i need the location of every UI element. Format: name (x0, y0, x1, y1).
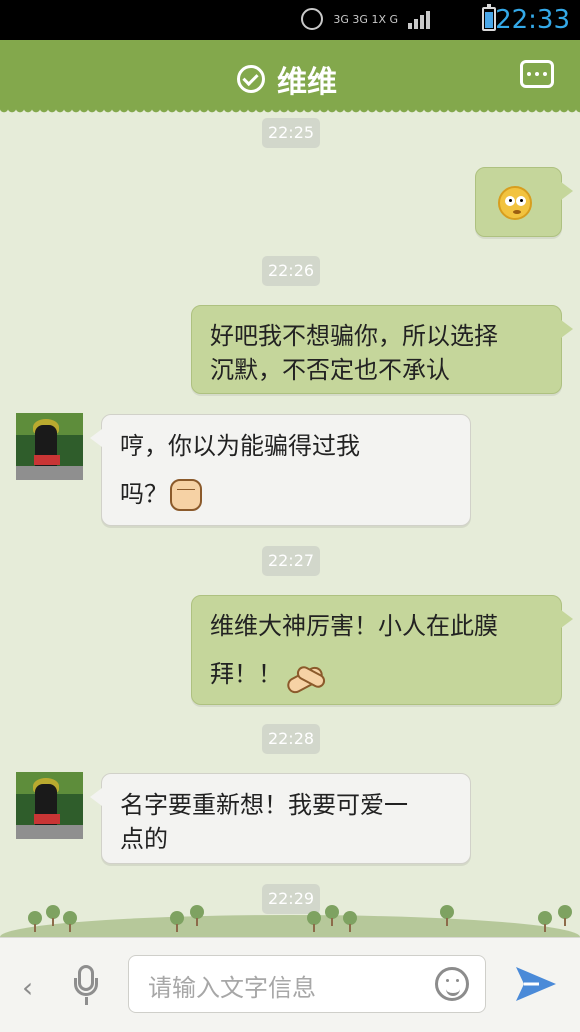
timestamp: 22:28 (262, 724, 320, 754)
alarm-icon (301, 8, 324, 30)
message-line: 维维大神厉害！小人在此膜 (210, 612, 498, 640)
fist-icon (170, 479, 202, 511)
rolling-eyes-face-icon (498, 186, 532, 220)
message-line: 好吧我不想骗你，所以选择 (210, 322, 498, 350)
timestamp: 22:25 (262, 118, 320, 148)
back-icon[interactable]: ‹ (22, 971, 33, 1004)
status-bar: 3G 3G 1X G 22:33 (0, 0, 580, 40)
grass-decoration (0, 892, 580, 937)
message-text: 拜！！ (210, 660, 282, 688)
message-text: 吗？ (120, 480, 168, 508)
network-label: 3G 3G 1X G (333, 12, 398, 26)
more-icon[interactable] (520, 60, 554, 88)
battery-icon (482, 4, 496, 31)
signal-icon (408, 9, 430, 29)
microphone-icon[interactable] (74, 965, 98, 1005)
avatar[interactable] (16, 772, 83, 839)
message-line: 点的 (120, 825, 168, 853)
chat-header: 维维 (0, 40, 580, 116)
status-indicators: 3G 3G 1X G (301, 8, 430, 30)
message-outgoing[interactable] (475, 167, 573, 237)
chat-title: 维维 (277, 65, 337, 100)
chat-title-group: 维维 (237, 57, 337, 101)
input-bar: ‹ 请输入文字信息 (0, 937, 580, 1032)
send-icon[interactable] (515, 966, 557, 1002)
emoji-icon[interactable] (435, 967, 469, 1001)
praying-hands-icon (282, 661, 324, 689)
timestamp: 22:26 (262, 256, 320, 286)
message-line: 沉默，不否定也不承认 (210, 356, 450, 384)
message-outgoing[interactable]: 好吧我不想骗你，所以选择 沉默，不否定也不承认 (191, 305, 573, 394)
message-line-with-icon: 吗？ (120, 477, 470, 511)
message-outgoing[interactable]: 维维大神厉害！小人在此膜 拜！！ (191, 595, 573, 705)
message-line: 名字要重新想！我要可爱一 (120, 791, 408, 819)
message-input-placeholder: 请输入文字信息 (148, 974, 316, 1002)
message-incoming[interactable]: 哼，你以为能骗得过我 吗？ (90, 414, 471, 526)
message-input[interactable]: 请输入文字信息 (128, 955, 486, 1013)
message-line-with-icon: 拜！！ (210, 657, 561, 691)
status-time: 22:33 (495, 5, 570, 35)
avatar[interactable] (16, 413, 83, 480)
message-line: 哼，你以为能骗得过我 (120, 432, 360, 460)
check-circle-icon (237, 65, 265, 93)
timestamp: 22:27 (262, 546, 320, 576)
message-incoming[interactable]: 名字要重新想！我要可爱一 点的 (90, 773, 471, 864)
